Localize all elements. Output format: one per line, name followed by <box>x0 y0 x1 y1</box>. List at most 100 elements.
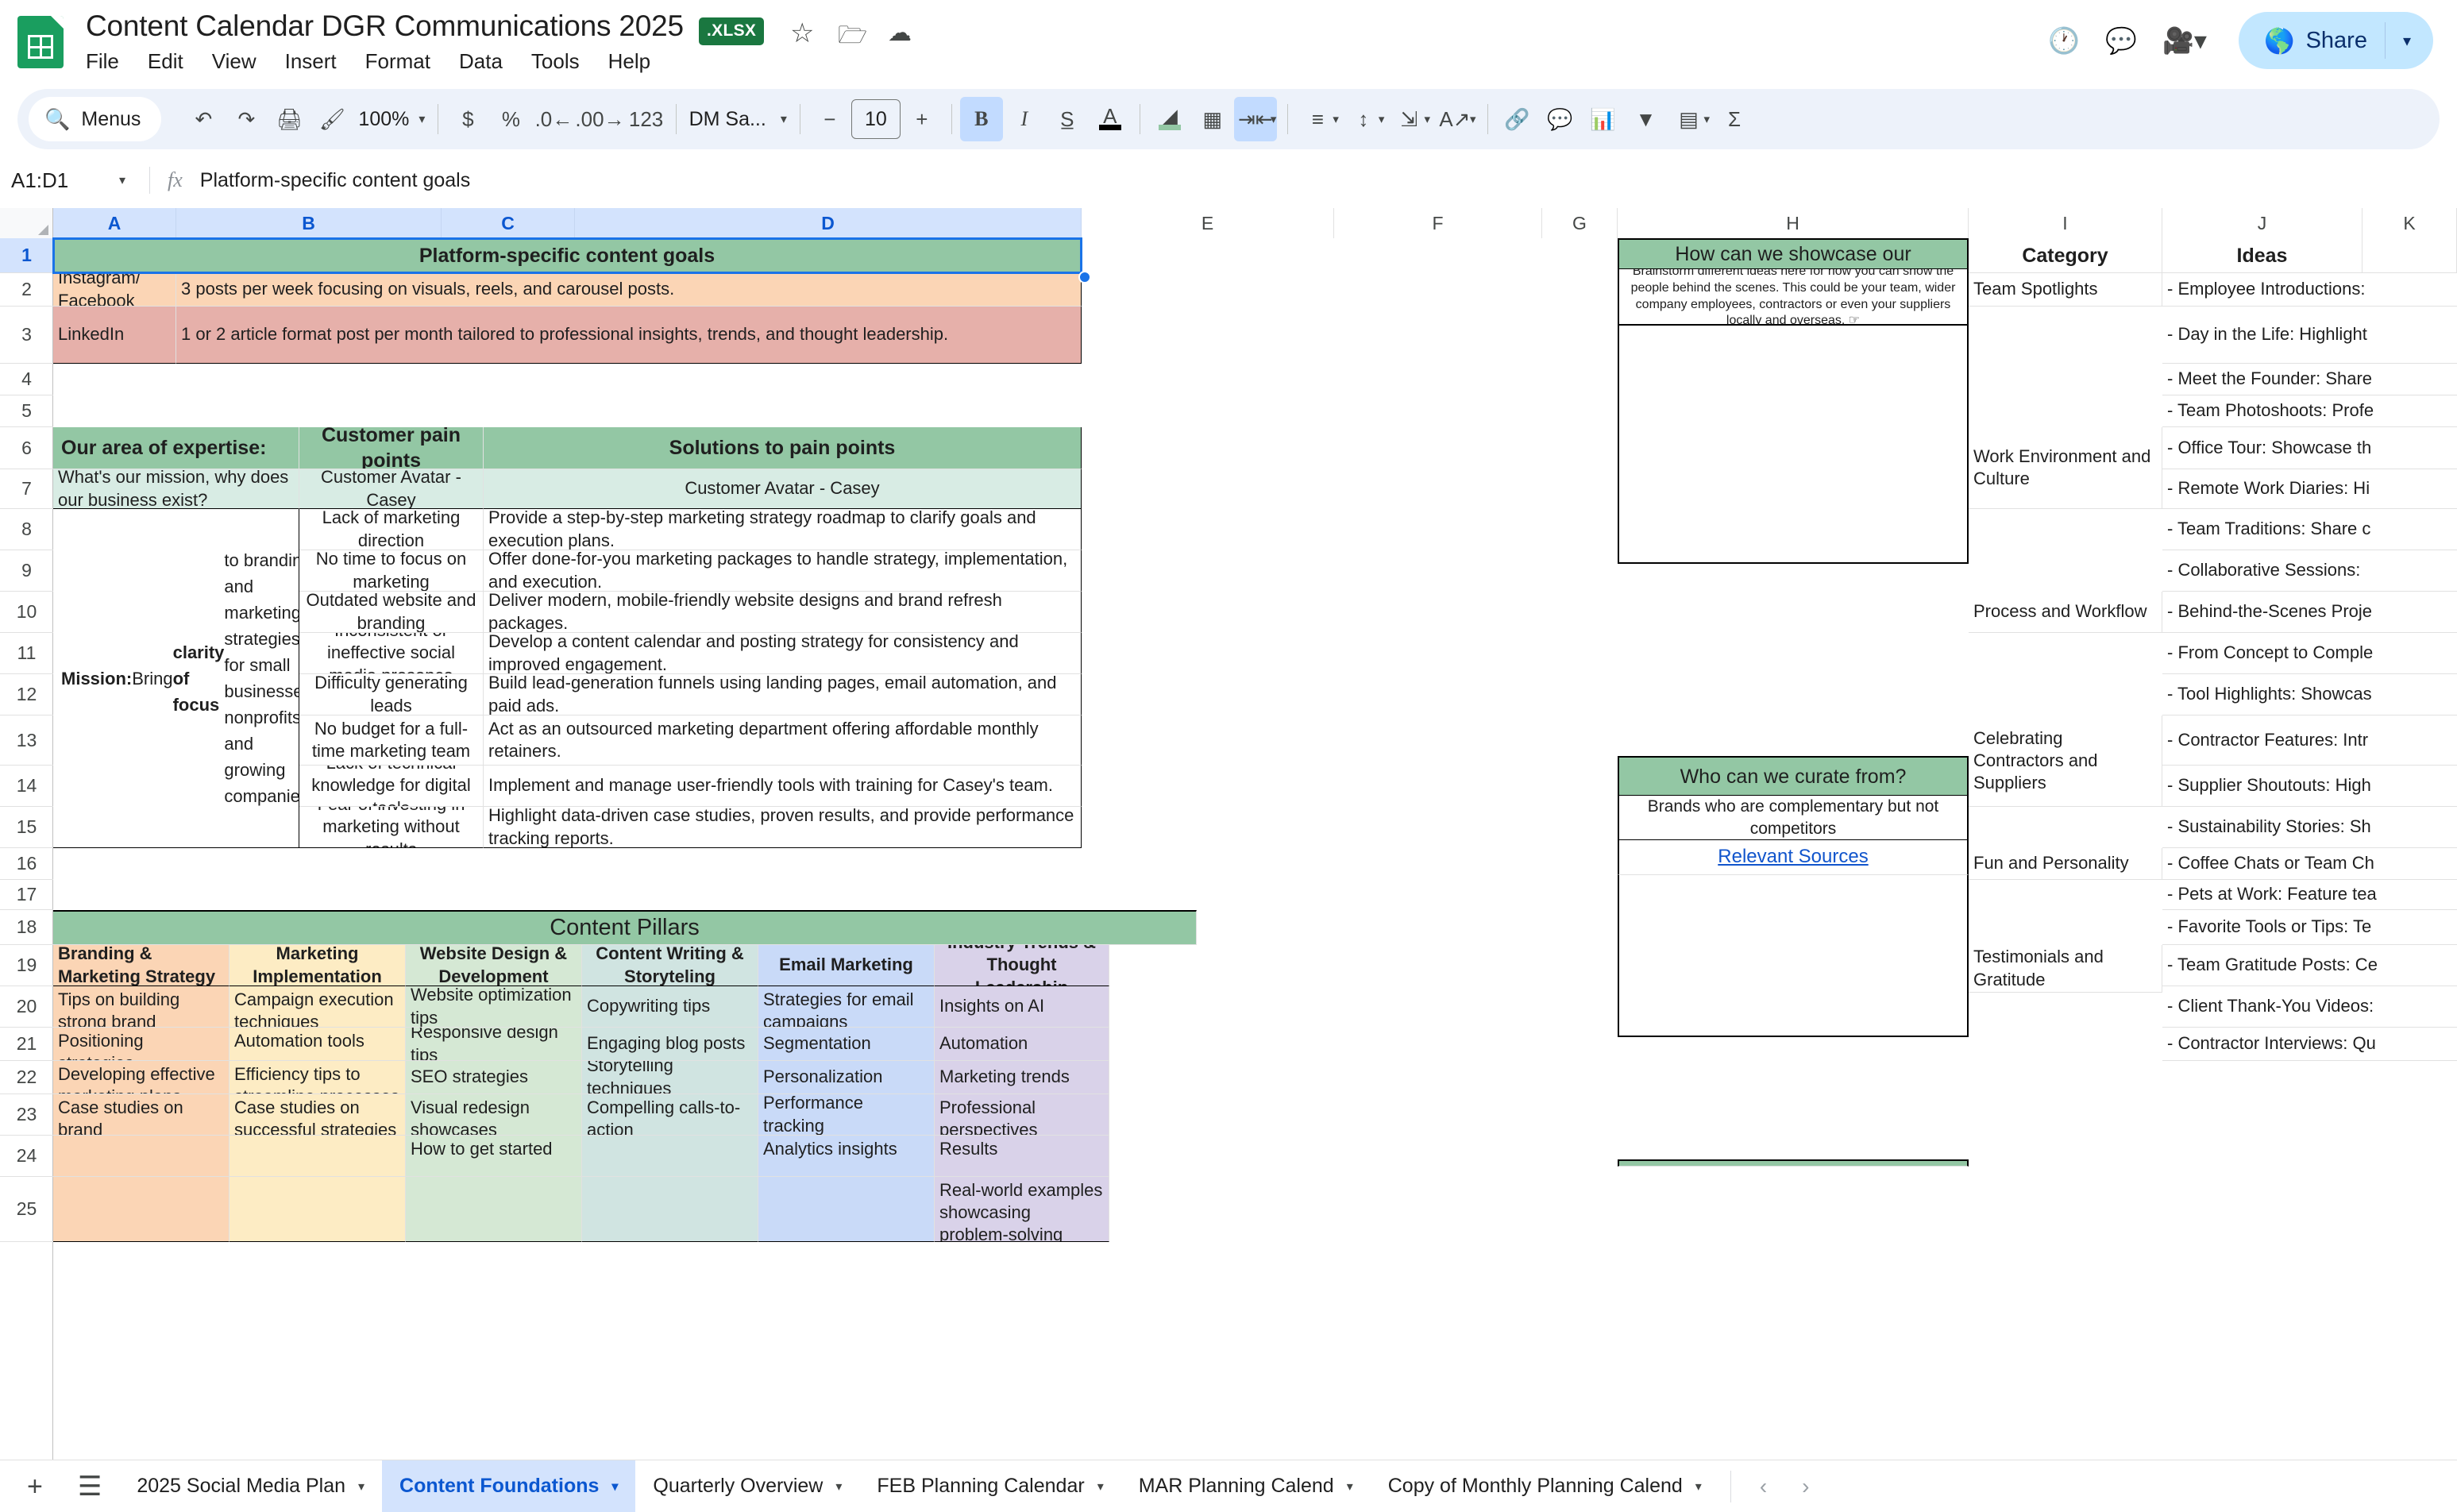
menu-help[interactable]: Help <box>608 49 650 73</box>
ideas-item-14[interactable]: - Coffee Chats or Team Ch <box>2162 848 2457 880</box>
pillar-1-item-3[interactable]: Case studies on successful strategies <box>230 1094 406 1136</box>
row-header-14[interactable]: 14 <box>0 766 53 807</box>
pillar-1-item-1[interactable]: Automation tools <box>230 1028 406 1061</box>
pain-point-4[interactable]: Difficulty generating leads <box>299 674 484 716</box>
ideas-category-4[interactable]: Fun and Personality <box>1969 848 2162 880</box>
pillar-0-item-5[interactable] <box>53 1177 230 1242</box>
share-caret-icon[interactable]: ▾ <box>2386 31 2428 51</box>
ideas-item-9[interactable]: - From Concept to Comple <box>2162 633 2457 674</box>
pillar-2-item-1[interactable]: Responsive design tips <box>406 1028 582 1061</box>
expertise-subheader-0[interactable]: What's our mission, why does our busines… <box>53 469 299 509</box>
pillar-4-item-5[interactable] <box>758 1177 935 1242</box>
showcase-box-title[interactable]: How can we showcase our <box>1618 238 1969 268</box>
solution-1[interactable]: Offer done-for-you marketing packages to… <box>484 550 1082 592</box>
row-header-12[interactable]: 12 <box>0 674 53 716</box>
column-header-D[interactable]: D <box>575 208 1082 238</box>
document-title[interactable]: Content Calendar DGR Communications 2025 <box>86 10 684 43</box>
row-header-24[interactable]: 24 <box>0 1136 53 1177</box>
pillar-0-item-2[interactable]: Developing effective marketing plans <box>53 1061 230 1094</box>
pillar-1-item-5[interactable] <box>230 1177 406 1242</box>
solution-6[interactable]: Implement and manage user-friendly tools… <box>484 766 1082 807</box>
add-sheet-icon[interactable]: + <box>27 1473 43 1500</box>
bold-button[interactable]: B <box>959 97 1003 141</box>
increase-decimal-button[interactable]: .00→ <box>575 97 624 141</box>
pain-point-2[interactable]: Outdated website and branding <box>299 592 484 633</box>
row-header-3[interactable]: 3 <box>0 307 53 364</box>
mission-statement[interactable]: Mission: Bring clarity of focus to brand… <box>53 509 299 848</box>
pain-point-5[interactable]: No budget for a full-time marketing team <box>299 716 484 766</box>
name-box-caret-icon[interactable]: ▾ <box>119 172 125 188</box>
ideas-header-ideas[interactable]: Ideas <box>2162 238 2362 273</box>
ideas-item-8[interactable]: - Behind-the-Scenes Proje <box>2162 592 2457 633</box>
sheet-tab-0[interactable]: 2025 Social Media Plan ▾ <box>119 1460 382 1512</box>
star-icon[interactable]: ☆ <box>790 17 814 49</box>
pillar-5-item-0[interactable]: Insights on AI <box>935 986 1109 1028</box>
pillar-3-item-5[interactable] <box>582 1177 758 1242</box>
prev-sheets-icon[interactable]: ‹ <box>1742 1474 1784 1499</box>
pain-point-3[interactable]: Inconsistent or ineffective social media… <box>299 633 484 674</box>
menu-format[interactable]: Format <box>365 49 430 73</box>
row-header-7[interactable]: 7 <box>0 469 53 509</box>
row-header-5[interactable]: 5 <box>0 395 53 427</box>
pillar-5-item-2[interactable]: Marketing trends <box>935 1061 1109 1094</box>
share-button[interactable]: 🌎 Share ▾ <box>2238 12 2433 69</box>
pillar-3-item-0[interactable]: Copywriting tips <box>582 986 758 1028</box>
move-to-folder-icon[interactable]: 🗁 <box>838 17 867 58</box>
wrap-caret-icon[interactable]: ▾ <box>1424 112 1430 126</box>
borders-button[interactable]: ▦ <box>1191 97 1234 141</box>
chevron-down-icon[interactable]: ▾ <box>835 1479 842 1495</box>
insert-link-button[interactable]: 🔗 <box>1496 97 1539 141</box>
menu-insert[interactable]: Insert <box>285 49 337 73</box>
all-sheets-icon[interactable]: ☰ <box>78 1473 102 1500</box>
ideas-category-2[interactable]: Process and Workflow <box>1969 592 2162 633</box>
sheet-tab-4[interactable]: MAR Planning Calend ▾ <box>1121 1460 1371 1512</box>
chevron-down-icon[interactable]: ▾ <box>1695 1479 1702 1495</box>
ideas-item-7[interactable]: - Collaborative Sessions: <box>2162 550 2457 592</box>
ideas-item-11[interactable]: - Contractor Features: Intr <box>2162 716 2457 766</box>
pillar-3-item-2[interactable]: Storytelling techniques <box>582 1061 758 1094</box>
pillar-1-item-0[interactable]: Campaign execution techniques <box>230 986 406 1028</box>
row-header-17[interactable]: 17 <box>0 880 53 910</box>
undo-button[interactable]: ↶ <box>182 97 225 141</box>
pillar-0-item-3[interactable]: Case studies on brand transformations <box>53 1094 230 1136</box>
solution-7[interactable]: Highlight data-driven case studies, prov… <box>484 807 1082 848</box>
ideas-item-0[interactable]: - Employee Introductions: <box>2162 273 2457 307</box>
chevron-down-icon[interactable]: ▾ <box>1097 1479 1104 1495</box>
row-header-21[interactable]: 21 <box>0 1028 53 1061</box>
next-sheets-icon[interactable]: › <box>1784 1474 1826 1499</box>
ideas-item-13[interactable]: - Sustainability Stories: Sh <box>2162 807 2457 848</box>
column-header-E[interactable]: E <box>1082 208 1334 238</box>
pillar-3-item-1[interactable]: Engaging blog posts <box>582 1028 758 1061</box>
halign-caret-icon[interactable]: ▾ <box>1333 112 1339 126</box>
solution-2[interactable]: Deliver modern, mobile-friendly website … <box>484 592 1082 633</box>
percent-format-button[interactable]: % <box>489 97 532 141</box>
text-color-button[interactable]: A <box>1089 97 1132 141</box>
chevron-down-icon[interactable]: ▾ <box>611 1479 618 1495</box>
curate-box-body[interactable]: Brands who are complementary but not com… <box>1618 796 1969 840</box>
strikethrough-button[interactable]: S̲ <box>1046 97 1089 141</box>
pillar-3-item-3[interactable]: Compelling calls-to-action <box>582 1094 758 1136</box>
row-header-23[interactable]: 23 <box>0 1094 53 1136</box>
curate-box-title[interactable]: Who can we curate from? <box>1618 756 1969 796</box>
ideas-item-15[interactable]: - Pets at Work: Feature tea <box>2162 880 2457 910</box>
row-header-10[interactable]: 10 <box>0 592 53 633</box>
column-header-F[interactable]: F <box>1334 208 1542 238</box>
search-menus-button[interactable]: 🔍 Menus <box>29 97 162 141</box>
pillar-header-5[interactable]: Industry Trends & Thought Leadership <box>935 945 1109 986</box>
ideas-item-10[interactable]: - Tool Highlights: Showcas <box>2162 674 2457 716</box>
chevron-down-icon[interactable]: ▾ <box>358 1479 364 1495</box>
content-pillars-title[interactable]: Content Pillars <box>53 910 1197 945</box>
pain-point-7[interactable]: Fear of investing in marketing without r… <box>299 807 484 848</box>
pillar-0-item-4[interactable] <box>53 1136 230 1177</box>
expertise-subheader-2[interactable]: Customer Avatar - Casey <box>484 469 1082 509</box>
paint-format-button[interactable]: 🖌 <box>310 97 353 141</box>
pain-point-0[interactable]: Lack of marketing direction <box>299 509 484 550</box>
pillar-2-item-4[interactable]: How to get started <box>406 1136 582 1177</box>
decrease-font-size-button[interactable]: − <box>808 97 851 141</box>
selection-fill-handle[interactable] <box>1078 271 1091 284</box>
ideas-item-18[interactable]: - Client Thank-You Videos: <box>2162 986 2457 1028</box>
pillar-3-item-4[interactable] <box>582 1136 758 1177</box>
ideas-item-12[interactable]: - Supplier Shoutouts: High <box>2162 766 2457 807</box>
column-header-B[interactable]: B <box>176 208 442 238</box>
ideas-item-6[interactable]: - Team Traditions: Share c <box>2162 509 2457 550</box>
